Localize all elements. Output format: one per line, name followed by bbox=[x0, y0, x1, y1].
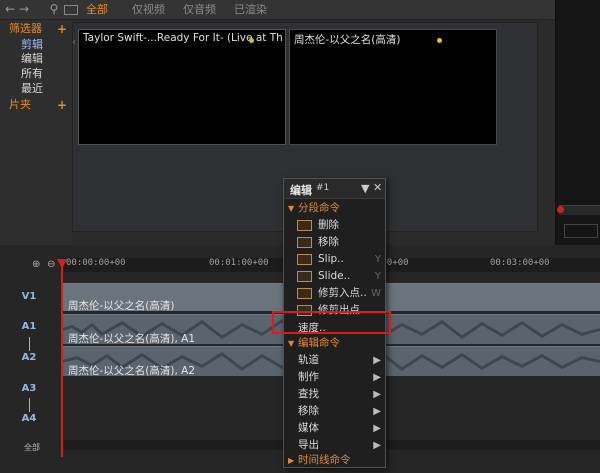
top-toolbar: ← → ⚲ 全部 仅视频 仅音频 已渲染 bbox=[0, 0, 555, 20]
clip-thumbnail[interactable]: 周杰伦-以父之名(高清) bbox=[289, 29, 497, 145]
track-header-a2[interactable]: A2 bbox=[0, 349, 58, 367]
menu-item-slide[interactable]: Slide.. Y bbox=[284, 268, 385, 285]
menu-item-delete[interactable]: 删除 bbox=[284, 217, 385, 234]
timecode-label: 00:01:00+00 bbox=[209, 258, 269, 268]
sidebar-item-all[interactable]: 所有 bbox=[21, 67, 43, 81]
zoom-in-icon[interactable]: ⊕ bbox=[32, 259, 40, 270]
preview-panel bbox=[555, 0, 600, 245]
menu-item-make[interactable]: 制作 ▶ bbox=[284, 369, 385, 386]
slip-icon bbox=[297, 254, 312, 265]
view-toggle-icon[interactable] bbox=[64, 5, 78, 15]
forward-arrow-icon[interactable]: → bbox=[18, 3, 30, 16]
menu-item-media[interactable]: 媒体 ▶ bbox=[284, 420, 385, 437]
menu-header: 编辑 #1 ▼ ✕ bbox=[284, 179, 385, 199]
chevron-right-icon: ▶ bbox=[373, 372, 381, 383]
timecode-label: 00:03:00+00 bbox=[490, 258, 550, 268]
menu-section-segment[interactable]: ▼ 分段命令 bbox=[284, 200, 385, 217]
tab-all[interactable]: 全部 bbox=[86, 2, 108, 18]
back-arrow-icon[interactable]: ← bbox=[4, 3, 16, 16]
speed-highlight-box bbox=[272, 311, 391, 334]
chevron-right-icon: ▶ bbox=[373, 355, 381, 366]
menu-item-remove[interactable]: 移除 bbox=[284, 234, 385, 251]
menu-item-find[interactable]: 查找 ▶ bbox=[284, 386, 385, 403]
trim-in-icon bbox=[297, 288, 312, 299]
tab-audio-only[interactable]: 仅音频 bbox=[183, 2, 216, 18]
clip-quality-badge bbox=[437, 38, 465, 46]
zoom-out-icon[interactable]: ⊖ bbox=[47, 259, 55, 270]
sidebar-item-recent[interactable]: 最近 bbox=[21, 82, 43, 96]
playhead[interactable] bbox=[61, 262, 63, 457]
menu-item-track[interactable]: 轨道 ▶ bbox=[284, 352, 385, 369]
close-icon[interactable]: ✕ bbox=[373, 181, 382, 194]
collapse-chevron-icon[interactable]: ‹ bbox=[72, 37, 76, 48]
sidebar: 筛选器 + 剪辑 编辑 所有 最近 片夹 + bbox=[0, 20, 72, 245]
menu-item-slip[interactable]: Slip.. Y bbox=[284, 251, 385, 268]
tab-rendered[interactable]: 已渲染 bbox=[234, 2, 267, 18]
sidebar-item-clips[interactable]: 剪辑 bbox=[21, 38, 43, 52]
menu-item-trim-in[interactable]: 修剪入点.. W bbox=[284, 285, 385, 302]
menu-title: 编辑 bbox=[290, 184, 312, 197]
chevron-right-icon: ▶ bbox=[373, 389, 381, 400]
sidebar-filter-label[interactable]: 筛选器 bbox=[9, 22, 42, 36]
chevron-right-icon: ▶ bbox=[373, 423, 381, 434]
track-header-a4[interactable]: A4 bbox=[0, 410, 58, 428]
remove-icon bbox=[297, 237, 312, 248]
clip-quality-badge bbox=[249, 38, 277, 46]
search-icon[interactable]: ⚲ bbox=[48, 3, 60, 16]
all-tracks-label: 全部 bbox=[24, 443, 40, 452]
clip-label: 周杰伦-以父之名(高清), A1 bbox=[68, 333, 196, 345]
menu-number: #1 bbox=[316, 183, 330, 193]
menu-section-edit[interactable]: ▼ 编辑命令 bbox=[284, 335, 385, 352]
preview-playhead[interactable] bbox=[557, 206, 564, 213]
clip-label: 周杰伦-以父之名(高清) bbox=[68, 300, 175, 312]
menu-item-remove-edit[interactable]: 移除 ▶ bbox=[284, 403, 385, 420]
slide-icon bbox=[297, 271, 312, 282]
clip-thumbnail[interactable]: Taylor Swift-...Ready For It- (Live at T… bbox=[78, 29, 286, 145]
timecode-label: 00:00:00+00 bbox=[66, 258, 126, 268]
preview-scrubber[interactable] bbox=[559, 205, 600, 215]
preview-timecode-box bbox=[564, 224, 598, 238]
sidebar-folder-label[interactable]: 片夹 bbox=[9, 98, 31, 112]
menu-section-timeline[interactable]: ▶ 时间线命令 bbox=[284, 452, 385, 469]
chevron-right-icon: ▶ bbox=[373, 406, 381, 417]
pin-icon[interactable]: ▼ bbox=[361, 182, 369, 195]
tab-video-only[interactable]: 仅视频 bbox=[132, 2, 165, 18]
delete-icon bbox=[297, 220, 312, 231]
sidebar-item-edit[interactable]: 编辑 bbox=[21, 52, 43, 66]
track-header-v1[interactable]: V1 bbox=[0, 288, 58, 306]
track-header-a3[interactable]: A3 bbox=[0, 380, 58, 398]
track-header-a1[interactable]: A1 bbox=[0, 318, 58, 336]
add-folder-icon[interactable]: + bbox=[57, 98, 67, 112]
add-filter-icon[interactable]: + bbox=[57, 22, 67, 36]
clip-label: 周杰伦-以父之名(高清), A2 bbox=[68, 365, 196, 377]
